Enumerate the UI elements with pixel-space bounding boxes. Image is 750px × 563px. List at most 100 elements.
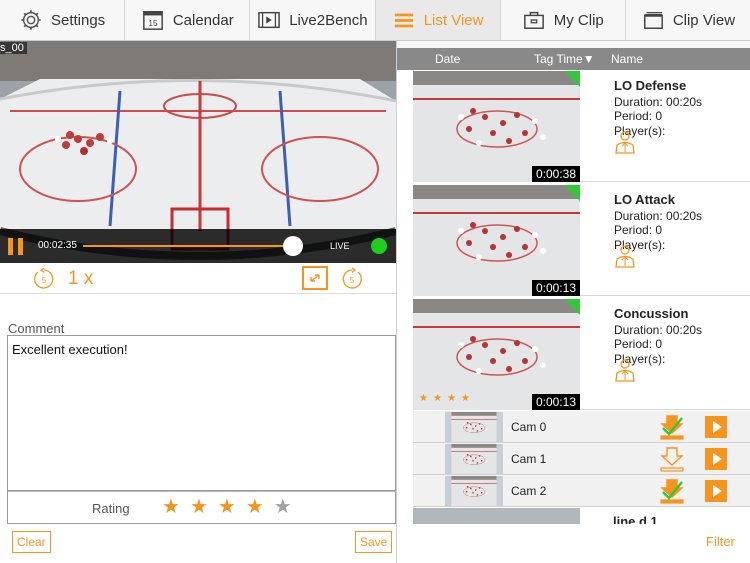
play-button[interactable]	[705, 416, 727, 438]
tab-clip-view[interactable]: Clip View	[626, 0, 750, 40]
briefcase-icon	[523, 11, 544, 29]
clip-period: Period: 0	[614, 337, 663, 351]
filter-button[interactable]: Filter	[706, 534, 735, 549]
rating-star-icon[interactable]: ★	[162, 497, 180, 517]
play-button[interactable]	[705, 480, 727, 502]
pause-icon[interactable]	[8, 238, 24, 255]
clip-name: LO Attack	[614, 192, 675, 207]
comment-text: Excellent execution!	[12, 342, 128, 357]
header-tag-time[interactable]: Tag Time▼	[534, 52, 595, 66]
clip-card[interactable]: 0:00:38 LO Defense Duration: 00:20s Period:…	[413, 70, 750, 182]
tab-settings-label: Settings	[50, 11, 106, 29]
header-date[interactable]: Date	[435, 52, 460, 66]
camera-thumbnail	[445, 444, 503, 474]
clip-thumbnail: 0:00:13	[413, 185, 580, 296]
rating-stars: ★ ★ ★ ★ ★	[162, 497, 292, 517]
clip-name: line d 1	[613, 514, 658, 524]
tag-corner-marker	[564, 185, 580, 201]
clip-period: Period: 0	[614, 223, 663, 237]
fullscreen-icon[interactable]	[302, 266, 328, 290]
tab-calendar-label: Calendar	[172, 11, 234, 29]
rewind-icon[interactable]: 5	[32, 267, 56, 291]
tag-corner-marker	[564, 71, 580, 87]
player-icon[interactable]	[613, 244, 637, 268]
sort-down-icon: ▼	[582, 52, 595, 66]
gear-icon	[21, 10, 41, 30]
tab-live2bench-label: Live2Bench	[289, 11, 368, 29]
mini-star-icon: ★	[446, 393, 456, 404]
camera-label: Cam 2	[511, 484, 547, 498]
tab-my-clip-label: My Clip	[553, 11, 604, 29]
top-tab-bar: Settings 15 Calendar Live2Bench List Vie…	[0, 0, 750, 41]
save-button[interactable]: Save	[355, 531, 393, 553]
forward-seconds: 5	[350, 276, 355, 285]
stacked-screens-icon	[643, 12, 663, 29]
download-icon[interactable]	[660, 478, 684, 504]
clip-name: LO Defense	[614, 78, 687, 93]
tab-clip-view-label: Clip View	[672, 11, 736, 29]
player-icon[interactable]	[613, 358, 637, 382]
camera-row[interactable]: Cam 2	[413, 475, 750, 507]
calendar-icon-day: 15	[148, 19, 158, 28]
playback-speed[interactable]: 1 x	[68, 268, 93, 290]
rating-label: Rating	[92, 501, 130, 516]
mini-star-icon: ★	[419, 393, 428, 404]
tab-list-view-label: List View	[423, 11, 484, 29]
clip-rating-stars: ★ ★ ★ ★	[419, 393, 470, 404]
clip-duration: Duration: 00:20s	[614, 94, 703, 109]
mini-star-icon: ★	[460, 393, 470, 404]
comment-label: Comment	[8, 321, 65, 336]
clip-timestamp: 0:00:13	[531, 280, 580, 296]
clip-thumbnail	[413, 508, 580, 524]
left-divider	[0, 293, 396, 294]
film-strip-icon	[258, 11, 281, 29]
rating-star-icon[interactable]: ★	[274, 497, 292, 517]
play-button[interactable]	[705, 448, 727, 470]
clip-name: Concussion	[614, 306, 689, 321]
tab-list-view[interactable]: List View	[375, 0, 501, 40]
clip-thumbnail: ★ ★ ★ ★ 0:00:13	[413, 299, 580, 410]
tab-live2bench[interactable]: Live2Bench	[250, 0, 376, 40]
header-name[interactable]: Name	[611, 52, 643, 66]
list-header: Date Tag Time▼ Name	[397, 48, 750, 70]
mini-star-icon: ★	[432, 393, 442, 404]
comment-textarea[interactable]: Excellent execution!	[7, 335, 396, 491]
clip-timestamp: 0:00:38	[531, 166, 580, 182]
camera-row[interactable]: Cam 1	[413, 443, 750, 475]
seek-knob[interactable]	[283, 236, 304, 256]
playback-time: 00:02:35	[38, 240, 77, 251]
clip-period: Period: 0	[614, 109, 663, 123]
panel-divider	[396, 41, 397, 563]
camera-label: Cam 0	[511, 420, 547, 434]
forward-icon[interactable]: 5	[340, 267, 364, 291]
camera-row[interactable]: Cam 0	[413, 411, 750, 443]
clip-card[interactable]: ★ ★ ★ ★ 0:00:13 Concussion Duration: 00:20s Per…	[413, 298, 750, 410]
player-icon[interactable]	[613, 130, 637, 154]
video-source-label: s_00	[0, 42, 27, 54]
camera-thumbnail	[445, 412, 503, 442]
tab-my-clip[interactable]: My Clip	[501, 0, 626, 40]
rating-star-icon[interactable]: ★	[218, 497, 236, 517]
live-label[interactable]: LIVE	[330, 241, 350, 251]
camera-label: Cam 1	[511, 452, 547, 466]
clip-duration: Duration: 00:20s	[614, 208, 703, 223]
clear-button[interactable]: Clear	[12, 531, 51, 553]
clip-card[interactable]: 0:00:13 LO Attack Duration: 00:20s Period: …	[413, 184, 750, 296]
rewind-seconds: 5	[42, 276, 47, 285]
rating-star-icon[interactable]: ★	[190, 497, 208, 517]
download-icon[interactable]	[660, 414, 684, 440]
seek-bar[interactable]	[83, 245, 303, 247]
rating-row: Rating ★ ★ ★ ★ ★	[7, 491, 396, 524]
calendar-icon: 15	[142, 11, 163, 30]
clip-card-partial[interactable]: line d 1	[413, 508, 750, 524]
clip-timestamp: 0:00:13	[531, 394, 580, 410]
video-controls: 00:02:35 LIVE	[0, 229, 396, 263]
playback-row: 5 1 x 5	[0, 263, 396, 293]
header-tag-time-label: Tag Time	[534, 52, 583, 66]
download-icon[interactable]	[660, 446, 684, 472]
rating-star-icon[interactable]: ★	[246, 497, 264, 517]
tab-settings[interactable]: Settings	[0, 0, 126, 40]
list-top-strip	[397, 41, 750, 48]
tab-calendar[interactable]: 15 Calendar	[125, 0, 251, 40]
camera-thumbnail	[445, 476, 503, 506]
